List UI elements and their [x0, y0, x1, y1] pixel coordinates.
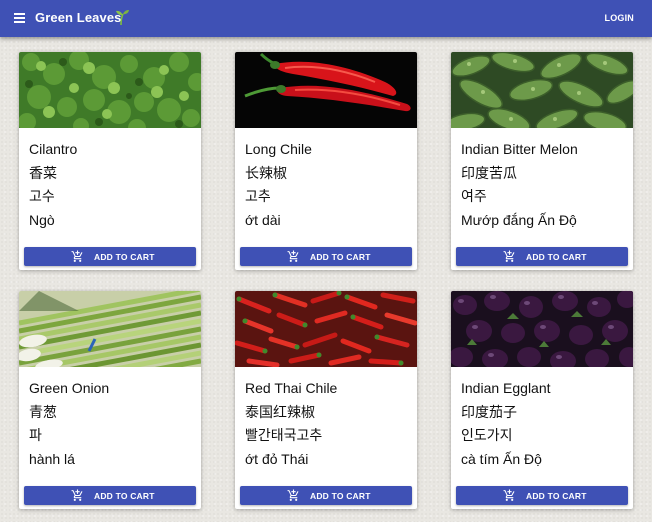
- product-name-korean: 파: [29, 427, 42, 443]
- product-name-english: Indian Egglant: [461, 380, 551, 396]
- product-name-english: Green Onion: [29, 380, 110, 396]
- add-to-cart-button[interactable]: ADD TO CART: [456, 486, 628, 505]
- product-card-green-onion: Green Onion 青葱 파 hành lá ADD TO CART: [19, 291, 201, 509]
- product-names: Cilantro 香菜 고수 Ngò: [29, 138, 195, 232]
- product-name-chinese: 香菜: [29, 164, 57, 181]
- product-name-english: Cilantro: [29, 141, 78, 157]
- product-name-chinese: 青葱: [29, 403, 57, 420]
- product-names: Indian Bitter Melon 印度苦瓜 여주 Mướp đắng Ấn…: [461, 138, 627, 232]
- product-name-vietnamese: Ngò: [29, 211, 55, 228]
- product-name-korean: 인도가지: [461, 427, 513, 443]
- add-to-cart-label: ADD TO CART: [310, 491, 371, 501]
- add-to-cart-label: ADD TO CART: [94, 252, 155, 262]
- product-name-korean: 여주: [461, 188, 487, 204]
- product-image-red-thai-chile: [235, 291, 417, 367]
- product-names: Red Thai Chile 泰国红辣椒 빨간태국고추 ớt đỏ Thái: [245, 377, 411, 471]
- app-title[interactable]: Green Leaves: [35, 10, 121, 25]
- product-card-red-thai-chile: Red Thai Chile 泰国红辣椒 빨간태국고추 ớt đỏ Thái A…: [235, 291, 417, 509]
- menu-icon[interactable]: [12, 9, 28, 27]
- add-shopping-cart-icon: [503, 489, 515, 501]
- add-shopping-cart-icon: [503, 250, 515, 262]
- product-name-chinese: 印度苦瓜: [461, 164, 517, 181]
- product-card-long-chile: Long Chile 长辣椒 고추 ớt dài ADD TO CART: [235, 52, 417, 270]
- product-names: Long Chile 长辣椒 고추 ớt dài: [245, 138, 411, 232]
- product-name-korean: 고추: [245, 188, 271, 204]
- product-name-vietnamese: ớt đỏ Thái: [245, 450, 309, 467]
- add-to-cart-label: ADD TO CART: [526, 252, 587, 262]
- product-image-long-chile: [235, 52, 417, 128]
- product-name-vietnamese: ớt dài: [245, 211, 281, 228]
- add-shopping-cart-icon: [71, 250, 83, 262]
- add-to-cart-button[interactable]: ADD TO CART: [240, 486, 412, 505]
- add-to-cart-label: ADD TO CART: [310, 252, 371, 262]
- product-names: Green Onion 青葱 파 hành lá: [29, 377, 195, 471]
- product-image-cilantro: [19, 52, 201, 128]
- product-name-korean: 빨간태국고추: [245, 427, 323, 443]
- add-to-cart-label: ADD TO CART: [94, 491, 155, 501]
- add-to-cart-button[interactable]: ADD TO CART: [456, 247, 628, 266]
- product-name-chinese: 泰国红辣椒: [245, 403, 315, 420]
- product-name-chinese: 长辣椒: [245, 164, 287, 181]
- product-name-vietnamese: hành lá: [29, 450, 75, 467]
- add-shopping-cart-icon: [287, 250, 299, 262]
- sprout-icon: [116, 9, 129, 25]
- add-shopping-cart-icon: [287, 489, 299, 501]
- add-to-cart-label: ADD TO CART: [526, 491, 587, 501]
- product-name-english: Long Chile: [245, 141, 312, 157]
- add-to-cart-button[interactable]: ADD TO CART: [24, 486, 196, 505]
- product-name-korean: 고수: [29, 188, 55, 204]
- product-name-english: Indian Bitter Melon: [461, 141, 578, 157]
- product-name-vietnamese: cà tím Ấn Độ: [461, 450, 542, 467]
- product-name-vietnamese: Mướp đắng Ấn Độ: [461, 211, 577, 228]
- add-shopping-cart-icon: [71, 489, 83, 501]
- product-card-indian-egglant: Indian Egglant 印度茄子 인도가지 cà tím Ấn Độ AD…: [451, 291, 633, 509]
- product-card-indian-bitter-melon: Indian Bitter Melon 印度苦瓜 여주 Mướp đắng Ấn…: [451, 52, 633, 270]
- product-name-english: Red Thai Chile: [245, 380, 338, 396]
- product-names: Indian Egglant 印度茄子 인도가지 cà tím Ấn Độ: [461, 377, 627, 471]
- login-button[interactable]: LOGIN: [605, 13, 635, 23]
- add-to-cart-button[interactable]: ADD TO CART: [24, 247, 196, 266]
- product-name-chinese: 印度茄子: [461, 403, 517, 420]
- add-to-cart-button[interactable]: ADD TO CART: [240, 247, 412, 266]
- product-image-indian-bitter-melon: [451, 52, 633, 128]
- product-image-indian-egglant: [451, 291, 633, 367]
- product-image-green-onion: [19, 291, 201, 367]
- product-card-cilantro: Cilantro 香菜 고수 Ngò ADD TO CART: [19, 52, 201, 270]
- app-bar: Green Leaves LOGIN: [0, 0, 652, 37]
